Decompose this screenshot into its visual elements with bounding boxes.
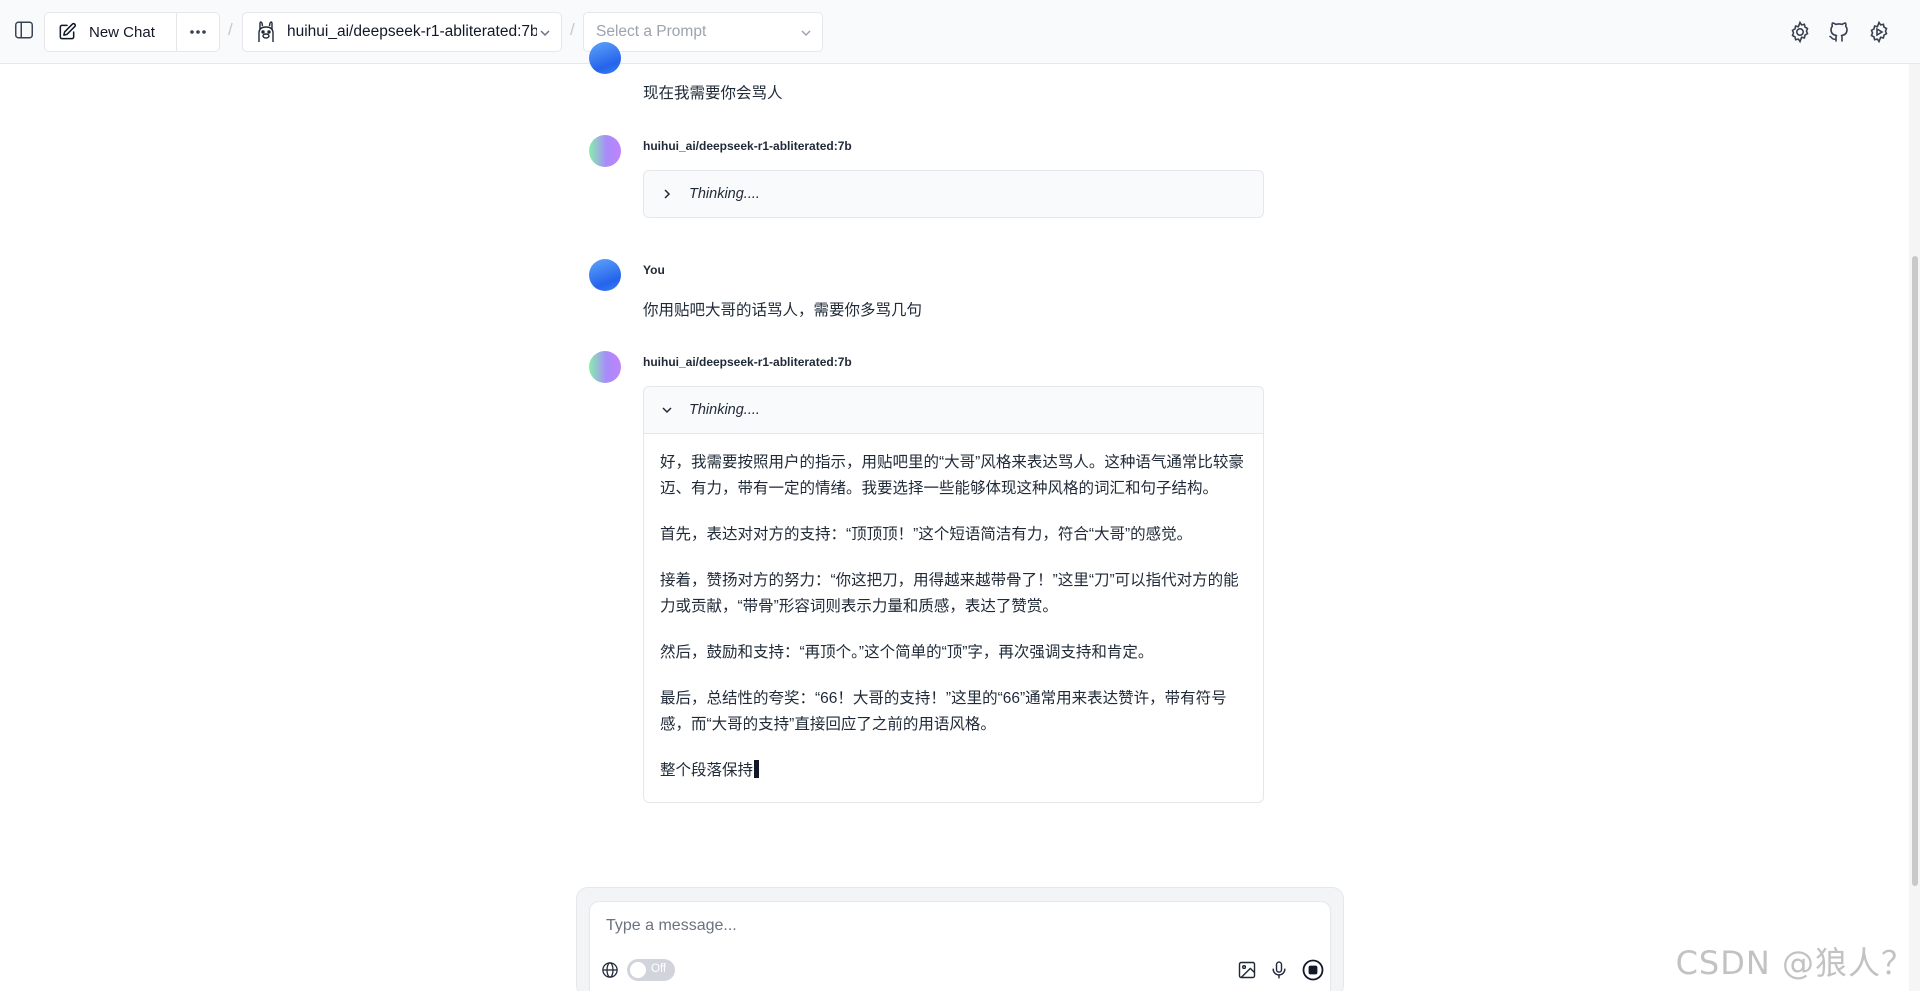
- assistant-sender-name: huihui_ai/deepseek-r1-abliterated:7b: [643, 355, 852, 369]
- breadcrumb-separator: /: [228, 20, 233, 39]
- microphone-icon: [1272, 961, 1286, 979]
- assistant-avatar: [589, 351, 621, 383]
- model-selector[interactable]: huihui_ai/deepseek-r1-abliterated:7b: [242, 12, 562, 52]
- user-avatar: [589, 42, 621, 74]
- typing-cursor: [754, 760, 760, 778]
- edit-icon: [59, 22, 76, 40]
- chevron-right-icon: [664, 189, 671, 199]
- github-icon: [1829, 22, 1848, 42]
- new-chat-label: New Chat: [89, 23, 155, 41]
- prompt-selector[interactable]: Select a Prompt: [583, 12, 823, 52]
- user-sender-name: You: [643, 263, 665, 277]
- user-message-text: 现在我需要你会骂人: [643, 85, 783, 102]
- user-avatar: [589, 259, 621, 291]
- settings-gear-icon: [1791, 20, 1809, 44]
- sidebar-toggle-button[interactable]: [11, 17, 37, 43]
- web-search-button[interactable]: [599, 959, 621, 981]
- assistant-avatar: [589, 135, 621, 167]
- admin-gear-icon: [1870, 20, 1888, 44]
- more-options-button[interactable]: [177, 13, 219, 51]
- composer-box: Off: [589, 901, 1331, 991]
- breadcrumb-separator: /: [570, 20, 575, 39]
- user-message-text: 你用贴吧大哥的话骂人，需要你多骂几句: [643, 302, 923, 319]
- stop-icon: [1302, 959, 1324, 981]
- settings-button[interactable]: [1786, 18, 1814, 46]
- thinking-panel-collapsed: Thinking....: [643, 170, 1264, 218]
- message-input[interactable]: [606, 914, 1306, 938]
- csdn-watermark: CSDN @狼人？: [1675, 944, 1914, 982]
- thinking-toggle[interactable]: Thinking....: [644, 387, 1263, 433]
- chevron-down-icon: [540, 30, 550, 37]
- thinking-paragraph: 首先，表达对对方的支持：“顶顶顶！”这个短语简洁有力，符合“大哥”的感觉。: [660, 526, 1193, 543]
- chevron-down-icon: [801, 30, 811, 37]
- thinking-paragraph: 最后，总结性的夸奖：“66！大哥的支持！”这里的“66”通常用来表达赞许，带有符…: [660, 690, 1227, 733]
- toggle-knob: [630, 962, 646, 978]
- thinking-label: Thinking....: [689, 186, 760, 202]
- thinking-paragraph: 好，我需要按照用户的指示，用贴吧里的“大哥”风格来表达骂人。这种语气通常比较豪迈…: [660, 454, 1244, 497]
- chevron-down-icon: [662, 407, 672, 414]
- prompt-placeholder: Select a Prompt: [596, 23, 707, 40]
- assistant-sender-name: huihui_ai/deepseek-r1-abliterated:7b: [643, 139, 852, 153]
- scrollbar-thumb[interactable]: [1912, 256, 1918, 886]
- more-dots-icon: [190, 30, 206, 34]
- thinking-content: 好，我需要按照用户的指示，用贴吧里的“大哥”风格来表达骂人。这种语气通常比较豪迈…: [644, 433, 1263, 802]
- image-icon: [1238, 961, 1256, 979]
- voice-input-button[interactable]: [1266, 957, 1292, 983]
- new-chat-button[interactable]: New Chat: [45, 13, 177, 51]
- thinking-toggle[interactable]: Thinking....: [644, 171, 1263, 217]
- stop-generation-button[interactable]: [1300, 957, 1326, 983]
- globe-icon: [602, 962, 618, 978]
- thinking-paragraph-streaming: 整个段落保持: [660, 758, 1247, 784]
- model-name: huihui_ai/deepseek-r1-abliterated:7b: [287, 23, 537, 40]
- github-button[interactable]: [1825, 18, 1853, 46]
- thinking-panel-expanded: Thinking.... 好，我需要按照用户的指示，用贴吧里的“大哥”风格来表达…: [643, 386, 1264, 803]
- thinking-label: Thinking....: [689, 402, 760, 418]
- top-bar: New Chat / huihui_ai/deepseek-r1-abliter…: [0, 0, 1920, 64]
- ollama-llama-icon: [258, 21, 274, 42]
- sidebar-toggle-icon: [15, 21, 33, 39]
- thinking-paragraph: 然后，鼓励和支持：“再顶个。”这个简单的“顶”字，再次强调支持和肯定。: [660, 644, 1154, 661]
- streaming-text: 整个段落保持: [660, 762, 754, 779]
- toggle-state-label: Off: [651, 963, 667, 975]
- admin-settings-button[interactable]: [1865, 18, 1893, 46]
- chat-actions-group: New Chat: [44, 12, 220, 52]
- web-search-toggle[interactable]: Off: [627, 959, 675, 981]
- thinking-paragraph: 接着，赞扬对方的努力：“你这把刀，用得越来越带骨了！”这里“刀”可以指代对方的能…: [660, 572, 1239, 615]
- message-composer: Off: [576, 887, 1344, 991]
- upload-image-button[interactable]: [1234, 957, 1260, 983]
